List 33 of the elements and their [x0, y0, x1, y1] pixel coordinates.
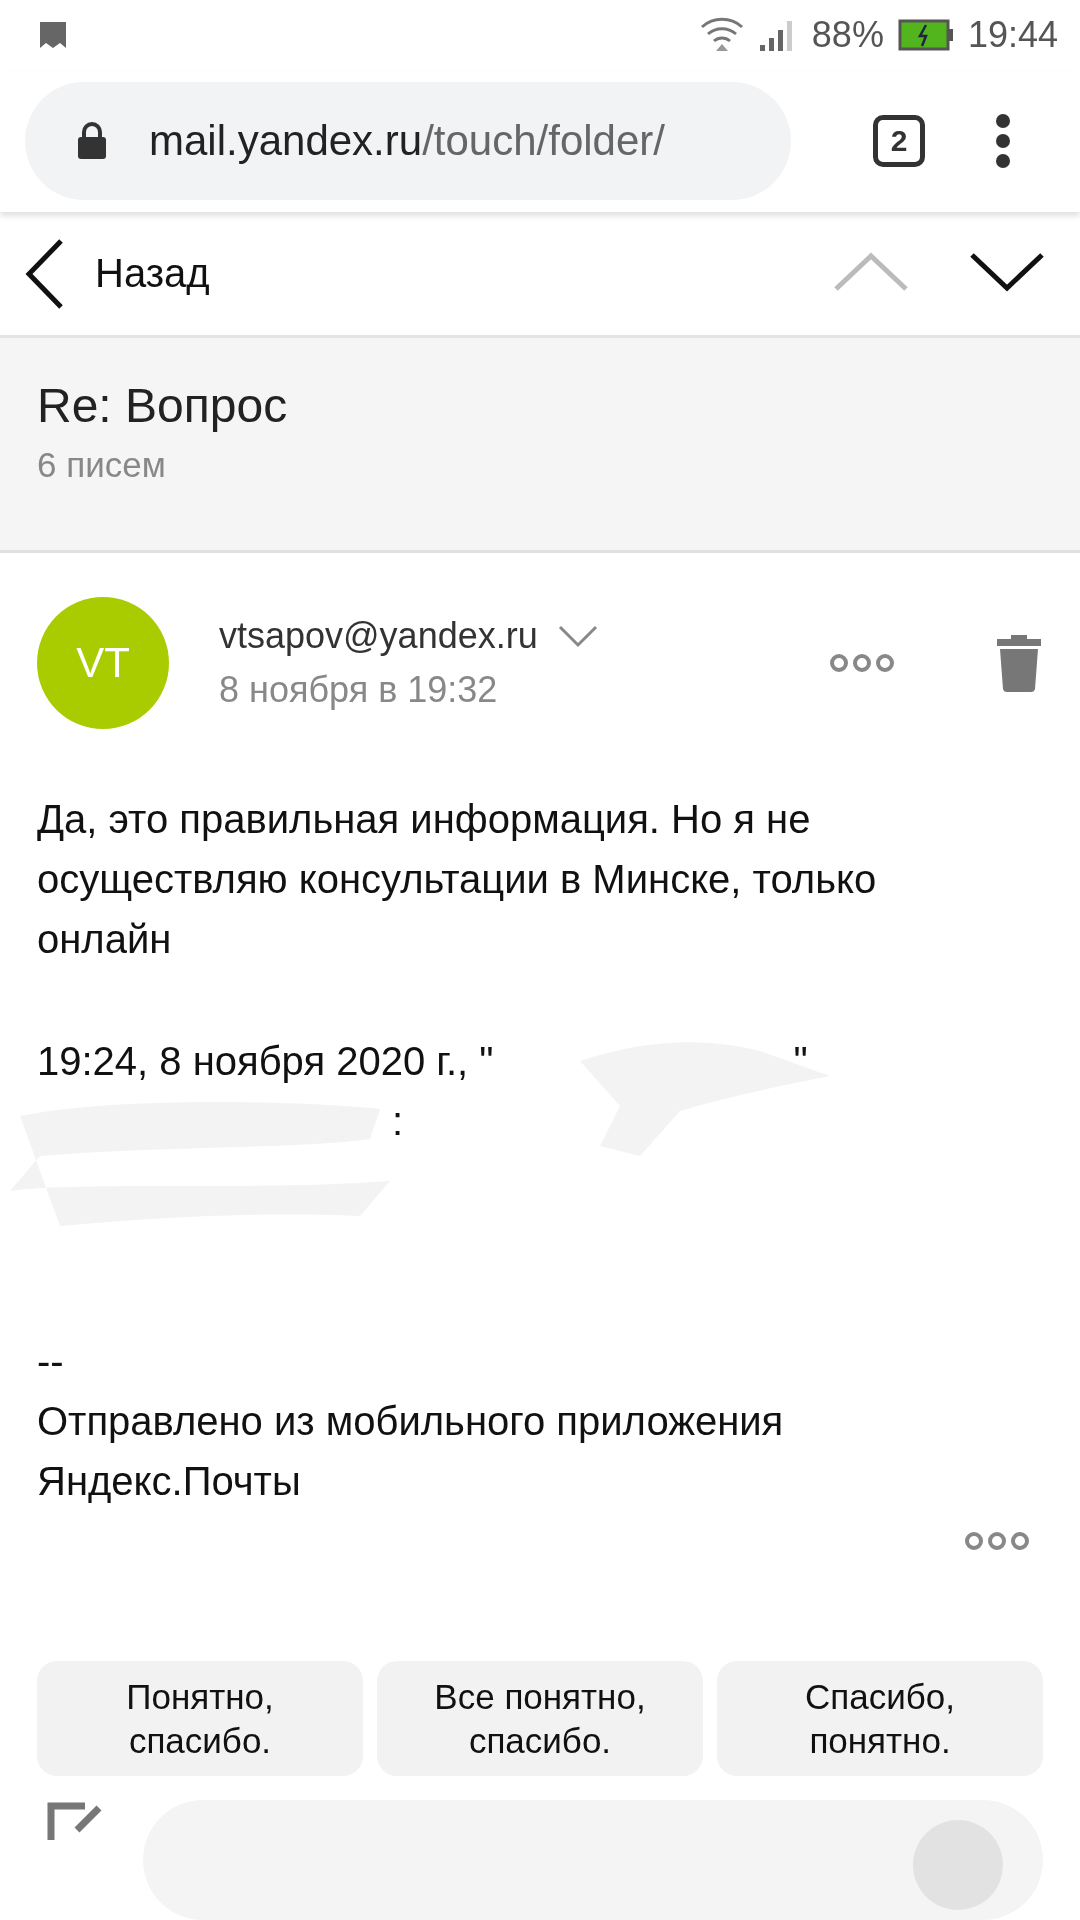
- more-button[interactable]: [829, 653, 895, 673]
- more-icon: [829, 653, 895, 673]
- trash-icon: [995, 633, 1043, 693]
- compose-icon[interactable]: [47, 1800, 103, 1840]
- chevron-left-icon: [25, 237, 65, 310]
- quick-reply-button[interactable]: Понятно, спасибо.: [37, 1661, 363, 1776]
- message-body: Да, это правильная информация. Но я не осуществляю консультации в Минске, только онлайн: [37, 796, 878, 963]
- delete-button[interactable]: [995, 633, 1043, 693]
- battery-icon: [897, 19, 954, 52]
- battery-percent: 88%: [811, 14, 884, 57]
- message-date: 8 ноября в 19:32: [219, 669, 499, 711]
- address-bar[interactable]: mail.yandex.ru/touch/folder/: [25, 82, 791, 201]
- more-icon: [964, 1531, 1030, 1551]
- back-button[interactable]: Назад: [25, 237, 210, 310]
- quick-reply-button[interactable]: Все понятно, спасибо.: [377, 1661, 703, 1776]
- menu-icon[interactable]: [995, 113, 1011, 170]
- signature-separator: --: [37, 1338, 64, 1385]
- chevron-down-icon[interactable]: [557, 624, 598, 648]
- bookmark-icon: [38, 20, 68, 51]
- clock: 19:44: [967, 14, 1058, 57]
- quick-reply-button[interactable]: Спасибо, понятно.: [717, 1661, 1043, 1776]
- quote-header: 19:24, 8 ноября 2020 г., ": [37, 1038, 494, 1085]
- message-count: 6 писем: [37, 445, 167, 486]
- quote-colon: :: [392, 1098, 404, 1145]
- sender-avatar: VT: [37, 597, 169, 729]
- thread-subject: Re: Вопрос: [37, 378, 289, 434]
- url-text: mail.yandex.ru/touch/folder/: [149, 117, 665, 166]
- lock-icon: [77, 122, 107, 161]
- quote-mark: ": [793, 1038, 808, 1085]
- tab-count-button[interactable]: 2: [873, 115, 925, 168]
- more-button[interactable]: [964, 1531, 1030, 1551]
- signature-text: Отправлено из мобильного приложения Яндекс.Почты: [37, 1398, 785, 1505]
- sender-email[interactable]: vtsapov@yandex.ru: [219, 615, 538, 657]
